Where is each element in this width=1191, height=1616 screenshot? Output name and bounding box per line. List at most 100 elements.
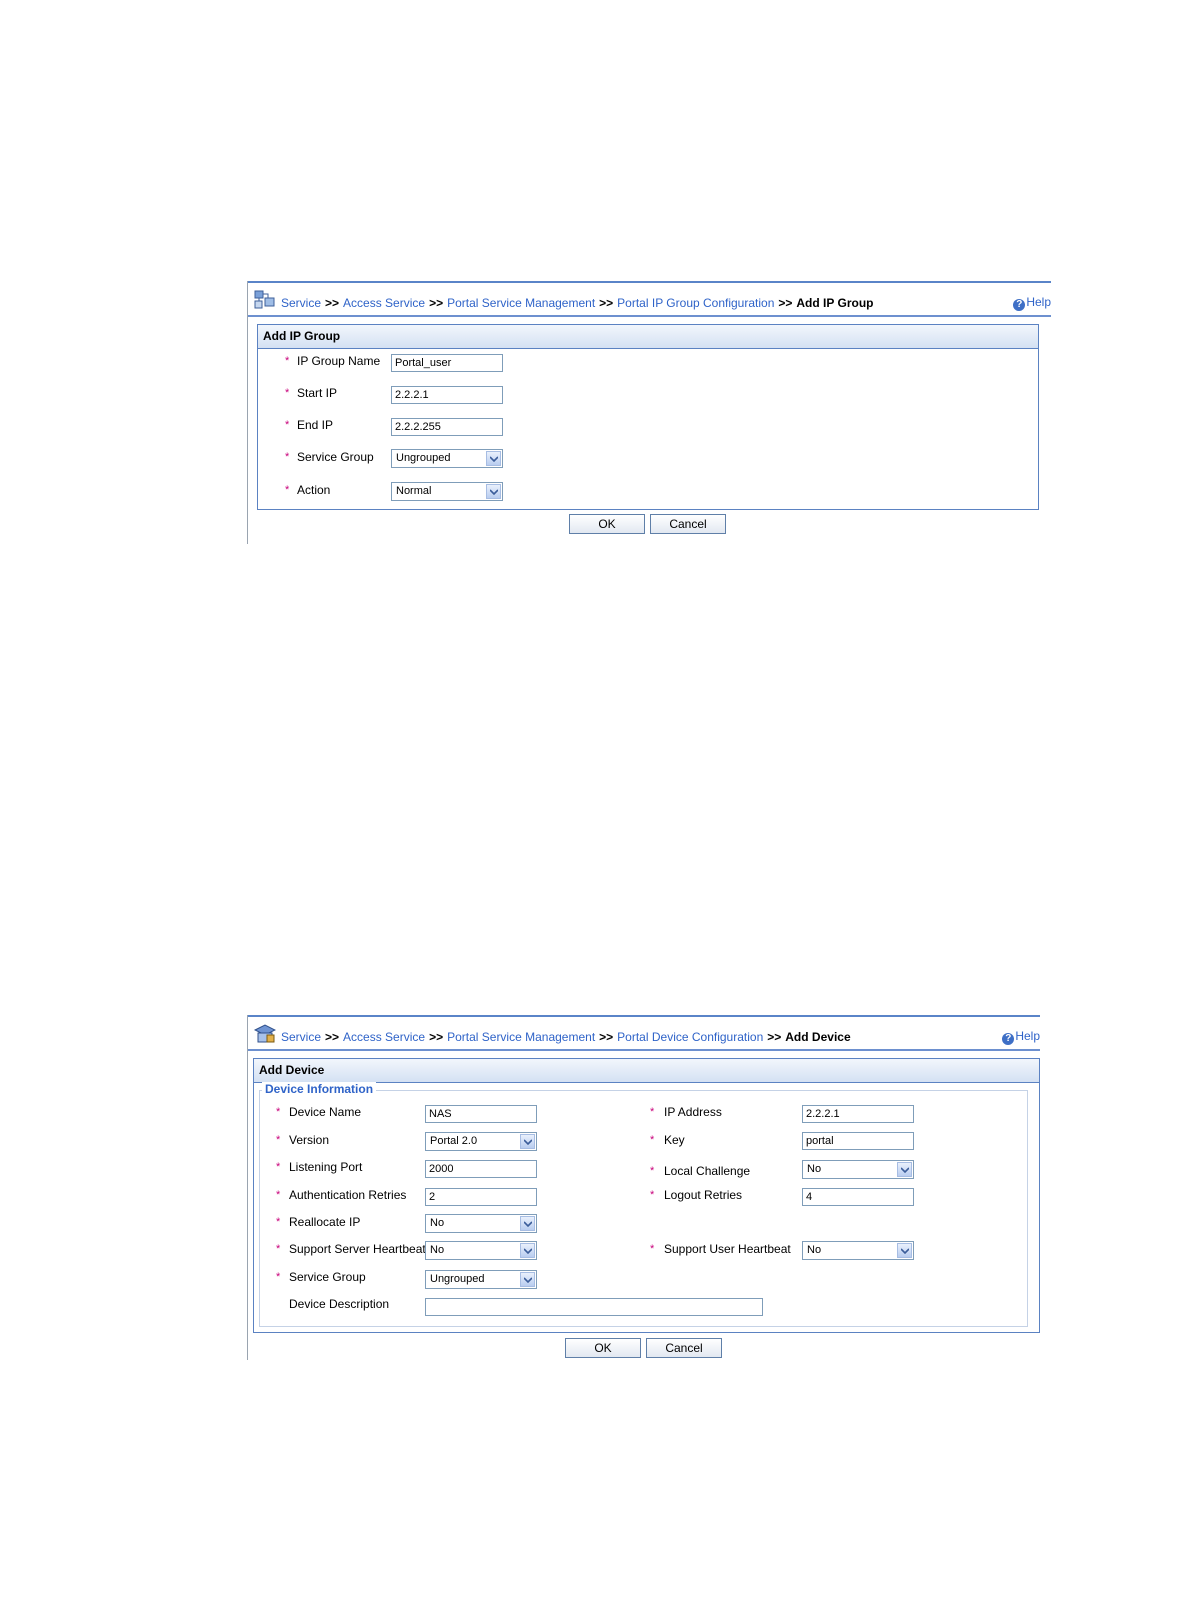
- service-network-icon: [254, 290, 276, 310]
- support-server-heartbeat-select[interactable]: No: [425, 1241, 537, 1260]
- breadcrumb-separator: >>: [429, 296, 444, 310]
- cancel-button[interactable]: Cancel: [646, 1338, 722, 1358]
- panel-title: Add Device: [254, 1059, 1039, 1083]
- chevron-down-icon[interactable]: [486, 484, 501, 499]
- service-group-select[interactable]: Ungrouped: [425, 1270, 537, 1289]
- version-label: Version: [289, 1133, 330, 1147]
- required-mark: *: [276, 1134, 281, 1146]
- chevron-down-icon[interactable]: [520, 1272, 535, 1287]
- service-group-value: Ungrouped: [396, 452, 451, 464]
- breadcrumb-separator: >>: [767, 1030, 782, 1044]
- authentication-retries-input[interactable]: [425, 1188, 537, 1206]
- section-title: Device Information: [262, 1082, 377, 1096]
- required-mark: *: [276, 1216, 281, 1228]
- breadcrumb-access-service-link[interactable]: Access Service: [343, 296, 425, 310]
- required-mark: *: [276, 1271, 281, 1283]
- ip-address-input[interactable]: [802, 1105, 914, 1123]
- help-link[interactable]: ? Help: [1002, 1029, 1040, 1045]
- ip-group-name-input[interactable]: [391, 354, 503, 372]
- chevron-down-icon[interactable]: [520, 1243, 535, 1258]
- required-mark: *: [276, 1243, 281, 1255]
- add-device-screen: Service >> Access Service >> Portal Service …: [247, 1015, 1040, 1360]
- version-select[interactable]: Portal 2.0: [425, 1132, 537, 1151]
- listening-port-label: Listening Port: [289, 1160, 363, 1174]
- required-mark: *: [285, 387, 290, 399]
- breadcrumb-portal-ip-group-config-link[interactable]: Portal IP Group Configuration: [617, 296, 774, 310]
- required-mark: *: [276, 1161, 281, 1173]
- panel-title: Add IP Group: [258, 325, 1038, 349]
- breadcrumb: Service >> Access Service >> Portal Service …: [248, 281, 1051, 317]
- required-mark: *: [276, 1106, 281, 1118]
- start-ip-label: Start IP: [297, 386, 338, 400]
- local-challenge-select[interactable]: No: [802, 1160, 914, 1179]
- support-server-heartbeat-value: No: [430, 1244, 445, 1256]
- breadcrumb-portal-device-config-link[interactable]: Portal Device Configuration: [617, 1030, 763, 1044]
- action-value: Normal: [396, 485, 432, 497]
- device-name-input[interactable]: [425, 1105, 537, 1123]
- support-user-heartbeat-value: No: [807, 1244, 822, 1256]
- ip-address-label: IP Address: [664, 1105, 722, 1119]
- device-name-label: Device Name: [289, 1105, 362, 1119]
- cancel-button[interactable]: Cancel: [650, 514, 726, 534]
- breadcrumb-separator: >>: [429, 1030, 444, 1044]
- left-border: [247, 281, 248, 544]
- ok-button[interactable]: OK: [565, 1338, 641, 1358]
- breadcrumb-portal-service-management-link[interactable]: Portal Service Management: [447, 1030, 595, 1044]
- end-ip-label: End IP: [297, 418, 334, 432]
- local-challenge-value: No: [807, 1163, 822, 1175]
- support-user-heartbeat-select[interactable]: No: [802, 1241, 914, 1260]
- required-mark: *: [650, 1165, 655, 1177]
- required-mark: *: [650, 1243, 655, 1255]
- help-label: Help: [1026, 295, 1051, 309]
- required-mark: *: [650, 1106, 655, 1118]
- chevron-down-icon[interactable]: [897, 1243, 912, 1258]
- reallocate-ip-select[interactable]: No: [425, 1214, 537, 1233]
- breadcrumb-separator: >>: [325, 296, 340, 310]
- help-icon: ?: [1013, 299, 1026, 311]
- breadcrumb-service-link[interactable]: Service: [281, 1030, 321, 1044]
- start-ip-input[interactable]: [391, 386, 503, 404]
- breadcrumb-portal-service-management-link[interactable]: Portal Service Management: [447, 296, 595, 310]
- help-link[interactable]: ? Help: [1013, 295, 1051, 311]
- logout-retries-label: Logout Retries: [664, 1188, 743, 1202]
- ok-button[interactable]: OK: [569, 514, 645, 534]
- key-label: Key: [664, 1133, 685, 1147]
- breadcrumb-service-link[interactable]: Service: [281, 296, 321, 310]
- breadcrumb-current: Add Device: [785, 1030, 851, 1044]
- listening-port-input[interactable]: [425, 1160, 537, 1178]
- breadcrumb-access-service-link[interactable]: Access Service: [343, 1030, 425, 1044]
- support-server-heartbeat-label: Support Server Heartbeat: [289, 1242, 426, 1256]
- help-icon: ?: [1002, 1033, 1015, 1045]
- required-mark: *: [650, 1134, 655, 1146]
- breadcrumb: Service >> Access Service >> Portal Service …: [248, 1015, 1040, 1051]
- required-mark: *: [285, 419, 290, 431]
- service-group-label: Service Group: [297, 450, 374, 464]
- chevron-down-icon[interactable]: [520, 1216, 535, 1231]
- service-device-icon: [253, 1024, 277, 1044]
- required-mark: *: [285, 355, 290, 367]
- device-information-section: [259, 1090, 1028, 1327]
- chevron-down-icon[interactable]: [520, 1134, 535, 1149]
- reallocate-ip-value: No: [430, 1217, 445, 1229]
- service-group-select[interactable]: Ungrouped: [391, 449, 503, 468]
- chevron-down-icon[interactable]: [897, 1162, 912, 1177]
- add-ip-group-panel: Add IP Group: [257, 324, 1039, 510]
- breadcrumb-path: Service >> Access Service >> Portal Service …: [281, 296, 874, 310]
- end-ip-input[interactable]: [391, 418, 503, 436]
- breadcrumb-separator: >>: [325, 1030, 340, 1044]
- action-label: Action: [297, 483, 331, 497]
- logout-retries-input[interactable]: [802, 1188, 914, 1206]
- add-ip-group-screen: Service >> Access Service >> Portal Service …: [247, 281, 1051, 544]
- breadcrumb-path: Service >> Access Service >> Portal Service …: [281, 1030, 851, 1044]
- reallocate-ip-label: Reallocate IP: [289, 1215, 361, 1229]
- chevron-down-icon[interactable]: [486, 451, 501, 466]
- key-input[interactable]: [802, 1132, 914, 1150]
- breadcrumb-current: Add IP Group: [796, 296, 874, 310]
- left-border: [247, 1015, 248, 1360]
- action-select[interactable]: Normal: [391, 482, 503, 501]
- breadcrumb-separator: >>: [599, 296, 614, 310]
- support-user-heartbeat-label: Support User Heartbeat: [664, 1242, 791, 1256]
- version-value: Portal 2.0: [430, 1135, 478, 1147]
- required-mark: *: [285, 484, 290, 496]
- device-description-input[interactable]: [425, 1298, 763, 1316]
